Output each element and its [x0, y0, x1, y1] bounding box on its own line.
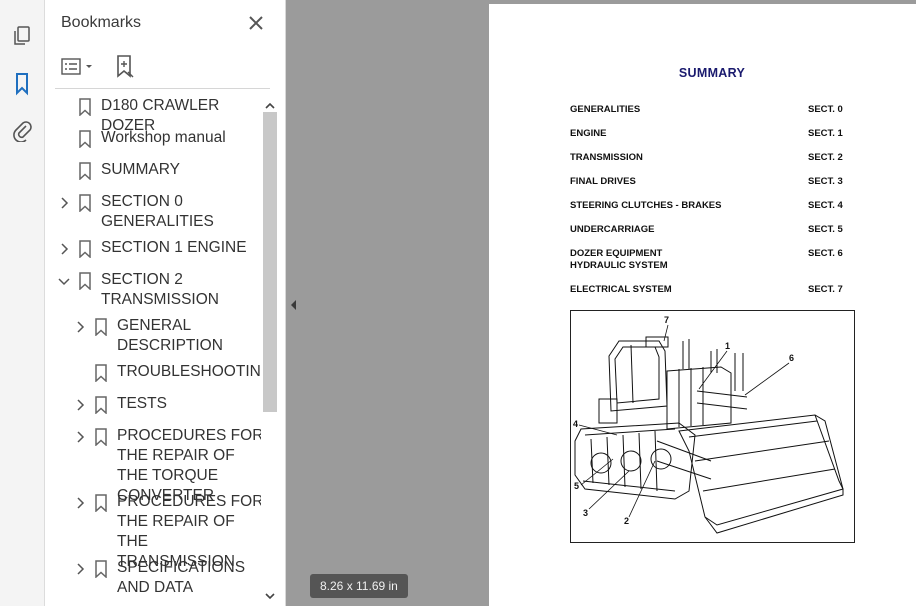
collapse-panel-icon[interactable]	[286, 294, 302, 316]
bookmark-label: SECTION 2 TRANSMISSION	[101, 271, 219, 308]
chevron-right-icon[interactable]	[58, 242, 70, 255]
scroll-up-icon[interactable]	[265, 98, 275, 109]
chevron-right-icon[interactable]	[74, 562, 86, 575]
bookmark-icon	[78, 98, 92, 117]
page-size-badge: 8.26 x 11.69 in	[310, 574, 408, 598]
toc-entry-section: SECT. 0	[808, 104, 843, 115]
bookmark-label: SECTION 0 GENERALITIES	[101, 193, 214, 230]
toc-entry-section: SECT. 5	[808, 224, 843, 235]
panel-divider	[55, 88, 270, 89]
bookmark-icon	[94, 428, 108, 447]
bookmark-label: GENERAL DESCRIPTION	[117, 317, 223, 354]
document-page: SUMMARY GENERALITIES SECT. 0 ENGINE SECT. 1…	[489, 4, 916, 606]
toc-entry-name: ENGINE	[570, 128, 607, 139]
bookmark-icon	[78, 162, 92, 181]
bookmark-label: SECTION 1 ENGINE	[101, 239, 247, 256]
bookmark-icon	[94, 396, 108, 415]
chevron-down-icon[interactable]	[58, 274, 70, 286]
bookmark-tree: D180 CRAWLER DOZER Workshop manual SUMMARY…	[45, 96, 261, 606]
callout-6: 6	[789, 353, 794, 363]
toc-entry-section: SECT. 6	[808, 248, 843, 259]
bookmarks-panel: Bookmarks D180 CRAWLER DOZER Workshop man…	[45, 0, 286, 606]
close-icon[interactable]	[245, 12, 267, 34]
bookmark-icon	[94, 318, 108, 337]
options-menu-button[interactable]	[61, 56, 97, 78]
bookmark-label: SUMMARY	[101, 161, 180, 178]
bookmark-icon	[78, 272, 92, 291]
toc-entry-name: DOZER EQUIPMENT HYDRAULIC SYSTEM	[570, 248, 668, 271]
dozer-figure: 7 1 6 4 5 3 2	[570, 310, 855, 543]
tool-rail	[0, 0, 45, 606]
panel-title: Bookmarks	[61, 14, 142, 31]
toc-entry-section: SECT. 2	[808, 152, 843, 163]
toc-entry-name: TRANSMISSION	[570, 152, 643, 163]
bookmark-icon	[94, 560, 108, 579]
toc-entry-name: FINAL DRIVES	[570, 176, 636, 187]
bookmark-label: TROUBLESHOOTING	[117, 363, 261, 380]
bookmark-icon	[94, 494, 108, 513]
toc-entry-name: UNDERCARRIAGE	[570, 224, 655, 235]
scrollbar-thumb[interactable]	[263, 112, 277, 412]
bookmark-icon	[94, 364, 108, 383]
bookmarks-toolbar	[61, 52, 271, 82]
toc-entry-name: STEERING CLUTCHES - BRAKES	[570, 200, 722, 211]
attachment-icon[interactable]	[8, 116, 36, 144]
toc-entry-section: SECT. 7	[808, 284, 843, 295]
toc-entry-section: SECT. 3	[808, 176, 843, 187]
scroll-down-icon[interactable]	[265, 588, 275, 600]
bookmark-label: SPECIFICATIONS AND DATA	[117, 559, 246, 596]
callout-1: 1	[725, 341, 730, 351]
bookmark-icon	[78, 130, 92, 149]
chevron-right-icon[interactable]	[74, 320, 86, 333]
callout-3: 3	[583, 508, 588, 518]
toc-entry-name: ELECTRICAL SYSTEM	[570, 284, 672, 295]
page-thumbnails-icon[interactable]	[8, 22, 36, 50]
scrollbar[interactable]	[263, 96, 277, 604]
dozer-illustration: 7 1 6 4 5 3 2	[573, 315, 844, 534]
chevron-right-icon[interactable]	[58, 196, 70, 209]
toc-entry-section: SECT. 4	[808, 200, 843, 211]
chevron-right-icon[interactable]	[74, 430, 86, 443]
callout-2: 2	[624, 516, 629, 526]
bookmark-label: Workshop manual	[101, 129, 226, 146]
callout-4: 4	[573, 419, 578, 429]
bookmark-label: TESTS	[117, 395, 167, 412]
toc-entry-name: GENERALITIES	[570, 104, 641, 115]
bookmark-icon	[78, 194, 92, 213]
add-bookmark-icon[interactable]	[113, 54, 137, 80]
summary-title: SUMMARY	[678, 66, 746, 80]
callout-7: 7	[664, 315, 669, 325]
chevron-right-icon[interactable]	[74, 496, 86, 509]
chevron-right-icon[interactable]	[74, 398, 86, 411]
bookmark-icon[interactable]	[8, 70, 36, 98]
callout-5: 5	[574, 481, 579, 491]
bookmark-icon	[78, 240, 92, 259]
toc-entry-section: SECT. 1	[808, 128, 843, 139]
